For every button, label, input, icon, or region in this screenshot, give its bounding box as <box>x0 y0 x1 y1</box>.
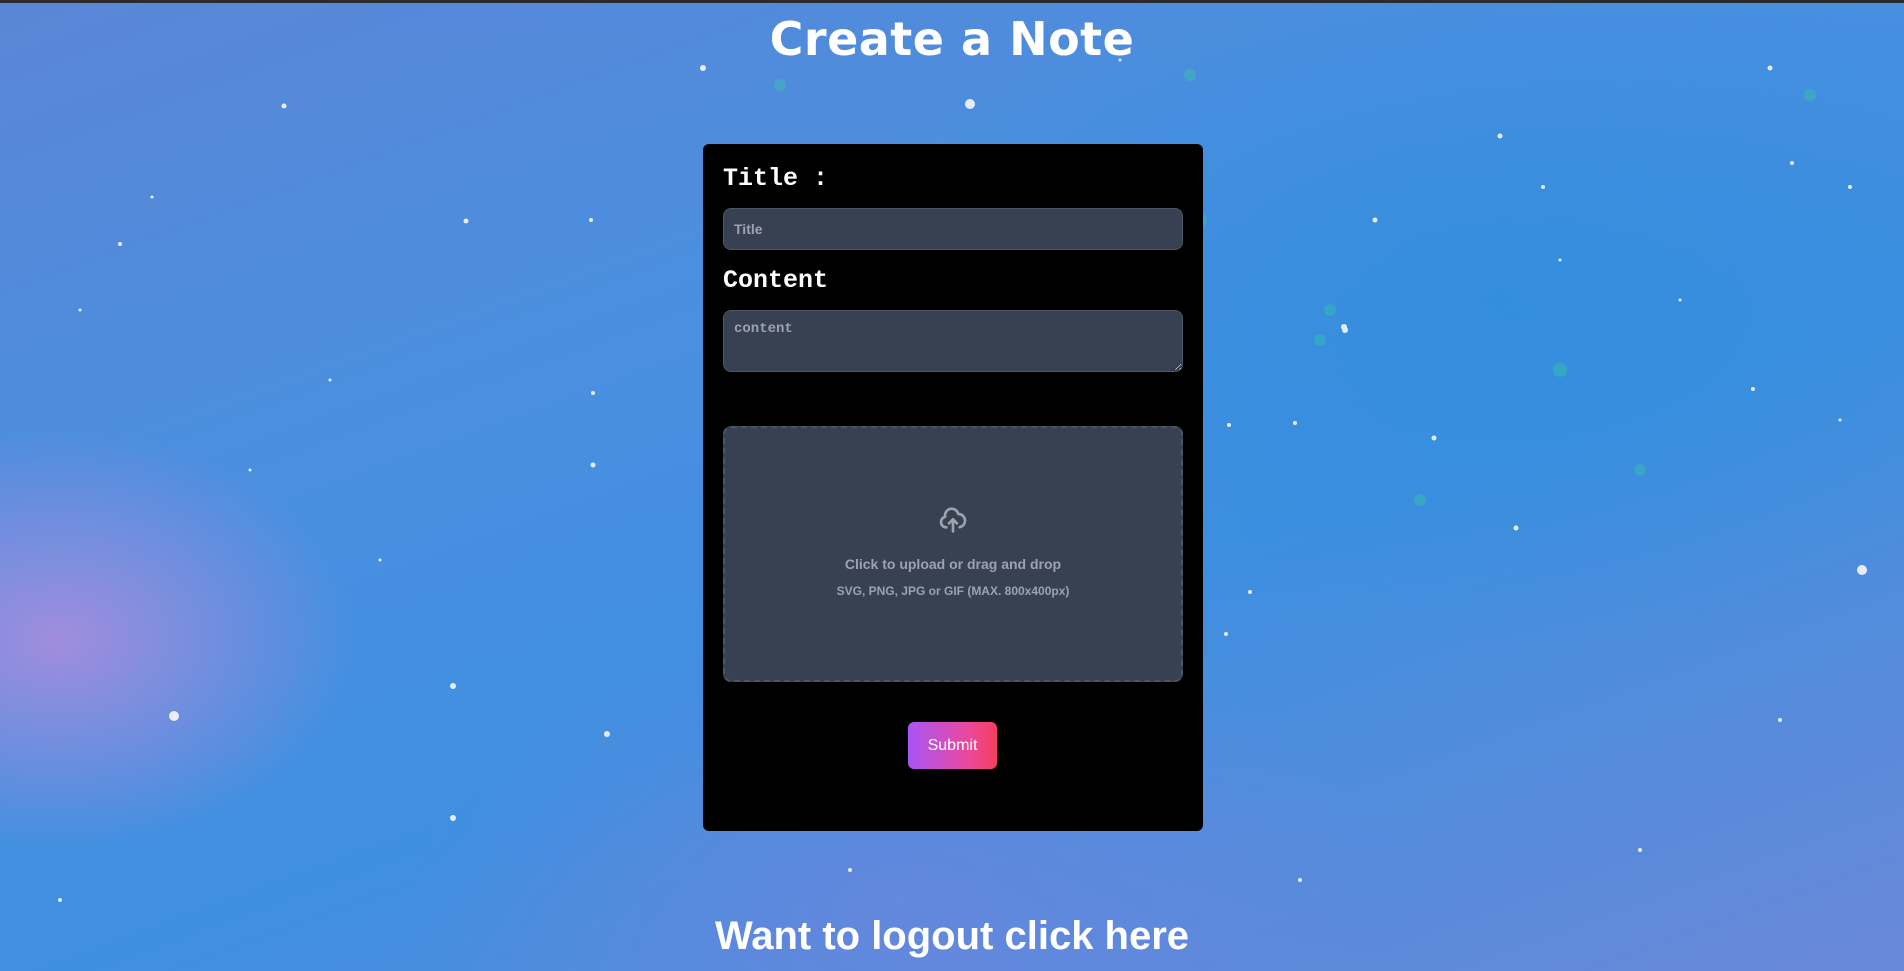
logout-link[interactable]: Want to logout click here <box>0 914 1904 959</box>
page-title: Create a Note <box>769 12 1135 66</box>
title-label: Title : <box>723 164 829 193</box>
submit-button[interactable]: Submit <box>908 722 997 769</box>
upload-instructions: Click to upload or drag and drop <box>844 556 1062 572</box>
content-textarea[interactable] <box>723 310 1183 372</box>
content-label: Content <box>723 266 829 295</box>
cloud-upload-icon <box>939 507 967 533</box>
logout-link-text[interactable]: Want to logout click here <box>715 914 1189 958</box>
title-input[interactable] <box>723 208 1183 250</box>
create-note-form: Title : Content Click to upload or drag … <box>703 144 1203 831</box>
upload-file-types: SVG, PNG, JPG or GIF (MAX. 800x400px) <box>836 584 1070 598</box>
top-border <box>0 0 1904 3</box>
file-upload-dropzone[interactable]: Click to upload or drag and drop SVG, PN… <box>723 426 1183 682</box>
